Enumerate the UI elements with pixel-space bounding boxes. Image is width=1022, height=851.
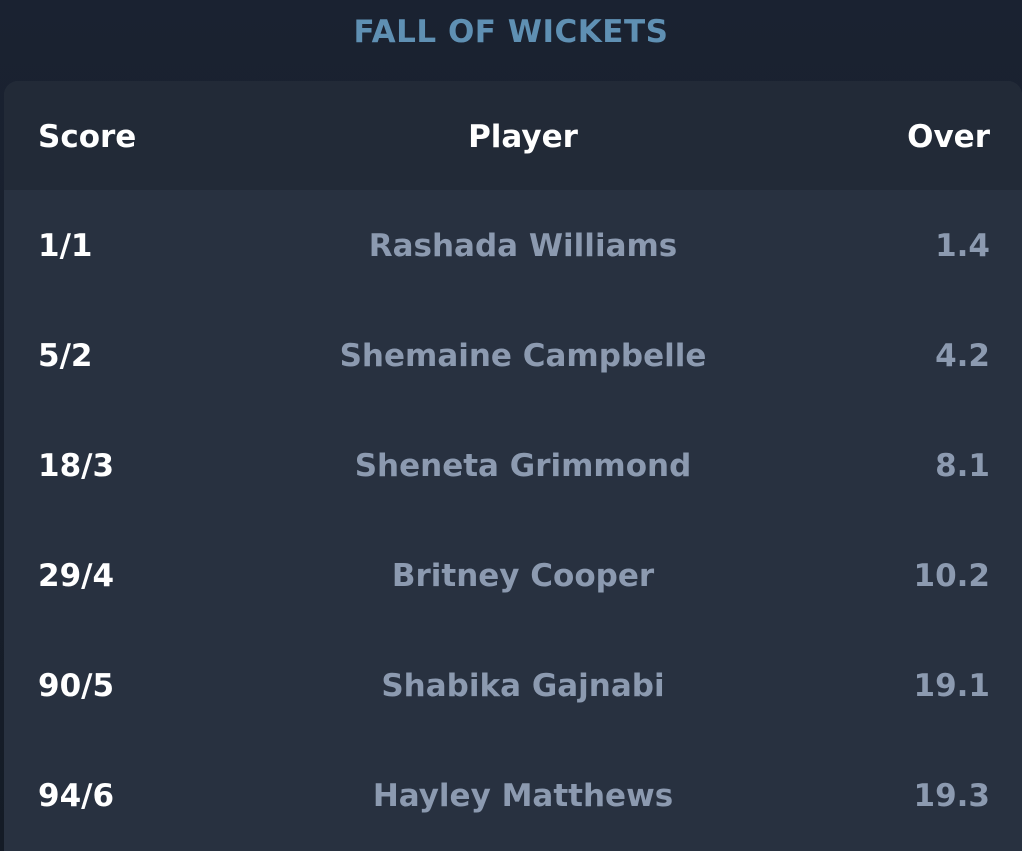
wicket-over: 19.3 bbox=[913, 778, 991, 814]
wicket-over: 1.4 bbox=[935, 228, 990, 264]
table-row: 5/2 Shemaine Campbelle 4.2 bbox=[4, 301, 1022, 411]
table-row: 29/4 Britney Cooper 10.2 bbox=[4, 521, 1022, 631]
table-row: 1/1 Rashada Williams 1.4 bbox=[4, 191, 1022, 301]
column-header-score: Score bbox=[38, 119, 137, 155]
fall-of-wickets-table: Score Player Over 1/1 Rashada Williams 1… bbox=[4, 81, 1022, 851]
wicket-score: 1/1 bbox=[38, 228, 93, 264]
wicket-player: Shabika Gajnabi bbox=[381, 668, 665, 704]
section-title: FALL OF WICKETS bbox=[353, 14, 669, 50]
table-header-row: Score Player Over bbox=[4, 81, 1022, 190]
wicket-player: Sheneta Grimmond bbox=[354, 448, 692, 484]
wicket-player: Hayley Matthews bbox=[372, 778, 674, 814]
wicket-score: 18/3 bbox=[38, 448, 115, 484]
table-row: 18/3 Sheneta Grimmond 8.1 bbox=[4, 411, 1022, 521]
wicket-player: Shemaine Campbelle bbox=[339, 338, 707, 374]
wicket-score: 29/4 bbox=[38, 558, 115, 594]
wicket-score: 90/5 bbox=[38, 668, 115, 704]
wicket-over: 10.2 bbox=[913, 558, 991, 594]
table-row: 94/6 Hayley Matthews 19.3 bbox=[4, 741, 1022, 851]
wicket-player: Britney Cooper bbox=[391, 558, 655, 594]
table-row: 90/5 Shabika Gajnabi 19.1 bbox=[4, 631, 1022, 741]
wicket-over: 19.1 bbox=[913, 668, 991, 704]
wicket-score: 5/2 bbox=[38, 338, 93, 374]
wicket-player: Rashada Williams bbox=[368, 228, 678, 264]
wicket-score: 94/6 bbox=[38, 778, 115, 814]
column-header-player: Player bbox=[468, 119, 578, 155]
wicket-over: 8.1 bbox=[935, 448, 990, 484]
wicket-over: 4.2 bbox=[935, 338, 990, 374]
column-header-over: Over bbox=[907, 119, 990, 155]
